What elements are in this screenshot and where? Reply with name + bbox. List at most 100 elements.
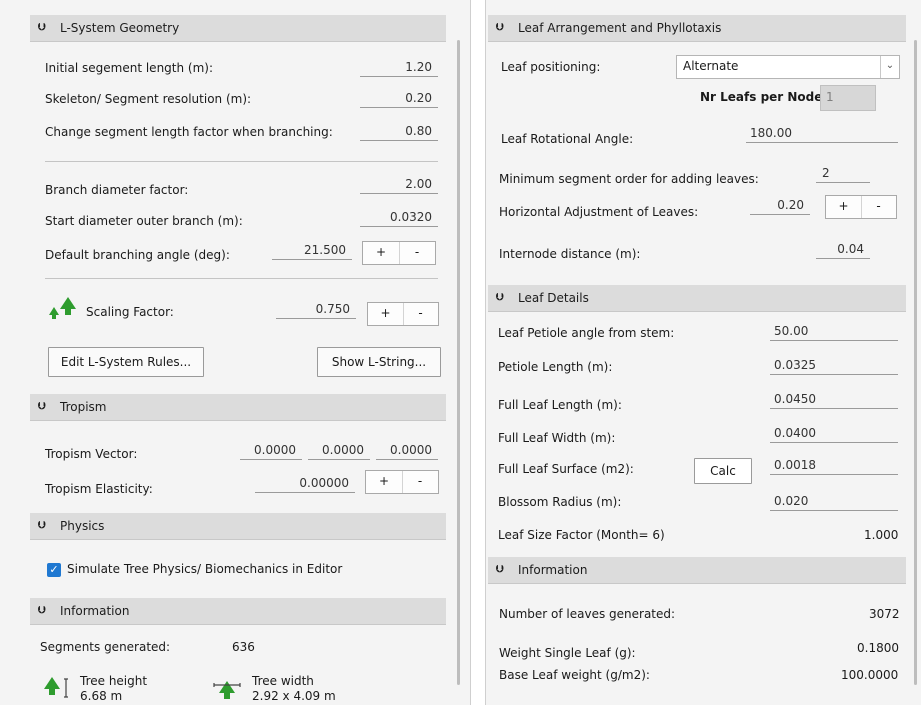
- petiole-angle-label: Leaf Petiole angle from stem:: [498, 326, 675, 340]
- simulate-physics-checkbox[interactable]: ✓: [47, 563, 61, 577]
- change-factor-label: Change segment length factor when branch…: [45, 125, 333, 139]
- tropism-vector-y-input[interactable]: 0.0000: [308, 441, 370, 460]
- double-chevron-down-icon: ⮋: [496, 292, 504, 303]
- petiole-length-label: Petiole Length (m):: [498, 360, 613, 374]
- edit-lsystem-rules-button[interactable]: Edit L-System Rules...: [48, 347, 204, 377]
- scaling-factor-stepper[interactable]: + -: [367, 302, 439, 326]
- decrement-button[interactable]: -: [861, 196, 896, 218]
- internode-distance-label: Internode distance (m):: [499, 247, 641, 261]
- base-leaf-weight-value: 100.0000: [841, 668, 899, 682]
- tropism-vector-x-input[interactable]: 0.0000: [240, 441, 302, 460]
- rotational-angle-input[interactable]: 180.00: [746, 124, 898, 143]
- increment-button[interactable]: +: [366, 471, 403, 493]
- nr-leafs-input[interactable]: 1: [820, 85, 876, 111]
- lsystem-section-header[interactable]: ⮋ L-System Geometry: [30, 15, 446, 42]
- nr-leafs-label: Nr Leafs per Node:: [700, 90, 828, 104]
- tropism-vector-label: Tropism Vector:: [45, 447, 138, 461]
- full-leaf-width-input[interactable]: 0.0400: [770, 424, 898, 443]
- leaves-generated-label: Number of leaves generated:: [499, 607, 676, 621]
- min-segment-order-input[interactable]: 2: [816, 164, 870, 183]
- right-panel: ⮋ Leaf Arrangement and Phyllotaxis Leaf …: [485, 0, 921, 705]
- leaf-size-factor-label: Leaf Size Factor (Month= 6): [498, 528, 665, 542]
- full-leaf-length-label: Full Leaf Length (m):: [498, 398, 622, 412]
- petiole-angle-input[interactable]: 50.00: [770, 322, 898, 341]
- rotational-angle-label: Leaf Rotational Angle:: [501, 132, 634, 146]
- tree-height-icon: [44, 677, 68, 698]
- internode-distance-input[interactable]: 0.04: [816, 240, 870, 259]
- divider: [45, 161, 438, 162]
- branching-angle-label: Default branching angle (deg):: [45, 248, 230, 262]
- min-segment-order-label: Minimum segment order for adding leaves:: [499, 172, 759, 186]
- tropism-elasticity-input[interactable]: 0.00000: [255, 474, 355, 493]
- physics-section-header[interactable]: ⮋ Physics: [30, 513, 446, 540]
- checkmark-icon: ✓: [49, 563, 59, 576]
- tree-width-value: 2.92 x 4.09 m: [252, 689, 336, 703]
- leaf-size-factor-value: 1.000: [864, 528, 899, 542]
- branching-angle-stepper[interactable]: + -: [362, 241, 436, 265]
- scrollbar[interactable]: [457, 40, 460, 685]
- full-leaf-width-label: Full Leaf Width (m):: [498, 431, 616, 445]
- tree-height-label: Tree height: [80, 674, 148, 688]
- skeleton-resolution-input[interactable]: 0.20: [360, 89, 438, 108]
- petiole-length-input[interactable]: 0.0325: [770, 356, 898, 375]
- leaf-arrangement-section-header[interactable]: ⮋ Leaf Arrangement and Phyllotaxis: [488, 15, 906, 42]
- left-panel: ⮋ L-System Geometry Initial segement len…: [0, 0, 471, 705]
- initial-segment-label: Initial segement length (m):: [45, 61, 214, 75]
- tropism-elasticity-label: Tropism Elasticity:: [45, 482, 153, 496]
- blossom-radius-label: Blossom Radius (m):: [498, 495, 622, 509]
- increment-button[interactable]: +: [363, 242, 400, 264]
- tree-height-value: 6.68 m: [80, 689, 123, 703]
- leaf-positioning-label: Leaf positioning:: [501, 60, 601, 74]
- decrement-button[interactable]: -: [403, 303, 438, 325]
- double-chevron-down-icon: ⮋: [38, 520, 46, 531]
- double-chevron-down-icon: ⮋: [38, 605, 46, 616]
- calc-button[interactable]: Calc: [694, 458, 752, 484]
- full-leaf-surface-input[interactable]: 0.0018: [770, 456, 898, 475]
- horizontal-adjustment-stepper[interactable]: + -: [825, 195, 897, 219]
- skeleton-resolution-label: Skeleton/ Segment resolution (m):: [45, 92, 252, 106]
- simulate-physics-label[interactable]: Simulate Tree Physics/ Biomechanics in E…: [67, 562, 342, 576]
- leaves-generated-value: 3072: [869, 607, 900, 621]
- chevron-down-icon[interactable]: ⌄: [880, 56, 899, 78]
- segments-generated-label: Segments generated:: [40, 640, 171, 654]
- double-chevron-down-icon: ⮋: [496, 564, 504, 575]
- weight-single-leaf-value: 0.1800: [857, 641, 899, 655]
- increment-button[interactable]: +: [826, 196, 862, 218]
- base-leaf-weight-label: Base Leaf weight (g/m2):: [499, 668, 650, 682]
- leaf-positioning-select[interactable]: Alternate ⌄: [676, 55, 900, 79]
- tropism-section-header[interactable]: ⮋ Tropism: [30, 394, 446, 421]
- horizontal-adjustment-label: Horizontal Adjustment of Leaves:: [499, 205, 699, 219]
- double-chevron-down-icon: ⮋: [496, 22, 504, 33]
- weight-single-leaf-label: Weight Single Leaf (g):: [499, 646, 636, 660]
- scaling-factor-input[interactable]: 0.750: [276, 300, 356, 319]
- initial-segment-input[interactable]: 1.20: [360, 58, 438, 77]
- branching-angle-input[interactable]: 21.500: [272, 241, 352, 260]
- tree-width-label: Tree width: [252, 674, 314, 688]
- decrement-button[interactable]: -: [399, 242, 435, 264]
- start-diameter-label: Start diameter outer branch (m):: [45, 214, 243, 228]
- double-chevron-down-icon: ⮋: [38, 401, 46, 412]
- start-diameter-input[interactable]: 0.0320: [360, 208, 438, 227]
- change-factor-input[interactable]: 0.80: [360, 122, 438, 141]
- increment-button[interactable]: +: [368, 303, 404, 325]
- scaling-factor-label: Scaling Factor:: [86, 305, 174, 319]
- tree-width-icon: [213, 681, 241, 699]
- horizontal-adjustment-input[interactable]: 0.20: [750, 196, 810, 215]
- tree-scaling-icon: [49, 297, 76, 319]
- full-leaf-surface-label: Full Leaf Surface (m2):: [498, 462, 634, 476]
- branch-diameter-label: Branch diameter factor:: [45, 183, 189, 197]
- tropism-vector-z-input[interactable]: 0.0000: [376, 441, 438, 460]
- scrollbar[interactable]: [914, 40, 917, 685]
- leaf-details-section-header[interactable]: ⮋ Leaf Details: [488, 285, 906, 312]
- blossom-radius-input[interactable]: 0.020: [770, 492, 898, 511]
- double-chevron-down-icon: ⮋: [38, 22, 46, 33]
- show-lstring-button[interactable]: Show L-String...: [317, 347, 441, 377]
- segments-generated-value: 636: [232, 640, 255, 654]
- tropism-elasticity-stepper[interactable]: + -: [365, 470, 439, 494]
- full-leaf-length-input[interactable]: 0.0450: [770, 390, 898, 409]
- branch-diameter-input[interactable]: 2.00: [360, 175, 438, 194]
- information-section-header[interactable]: ⮋ Information: [30, 598, 446, 625]
- divider: [45, 278, 438, 279]
- information-section-header[interactable]: ⮋ Information: [488, 557, 906, 584]
- decrement-button[interactable]: -: [402, 471, 438, 493]
